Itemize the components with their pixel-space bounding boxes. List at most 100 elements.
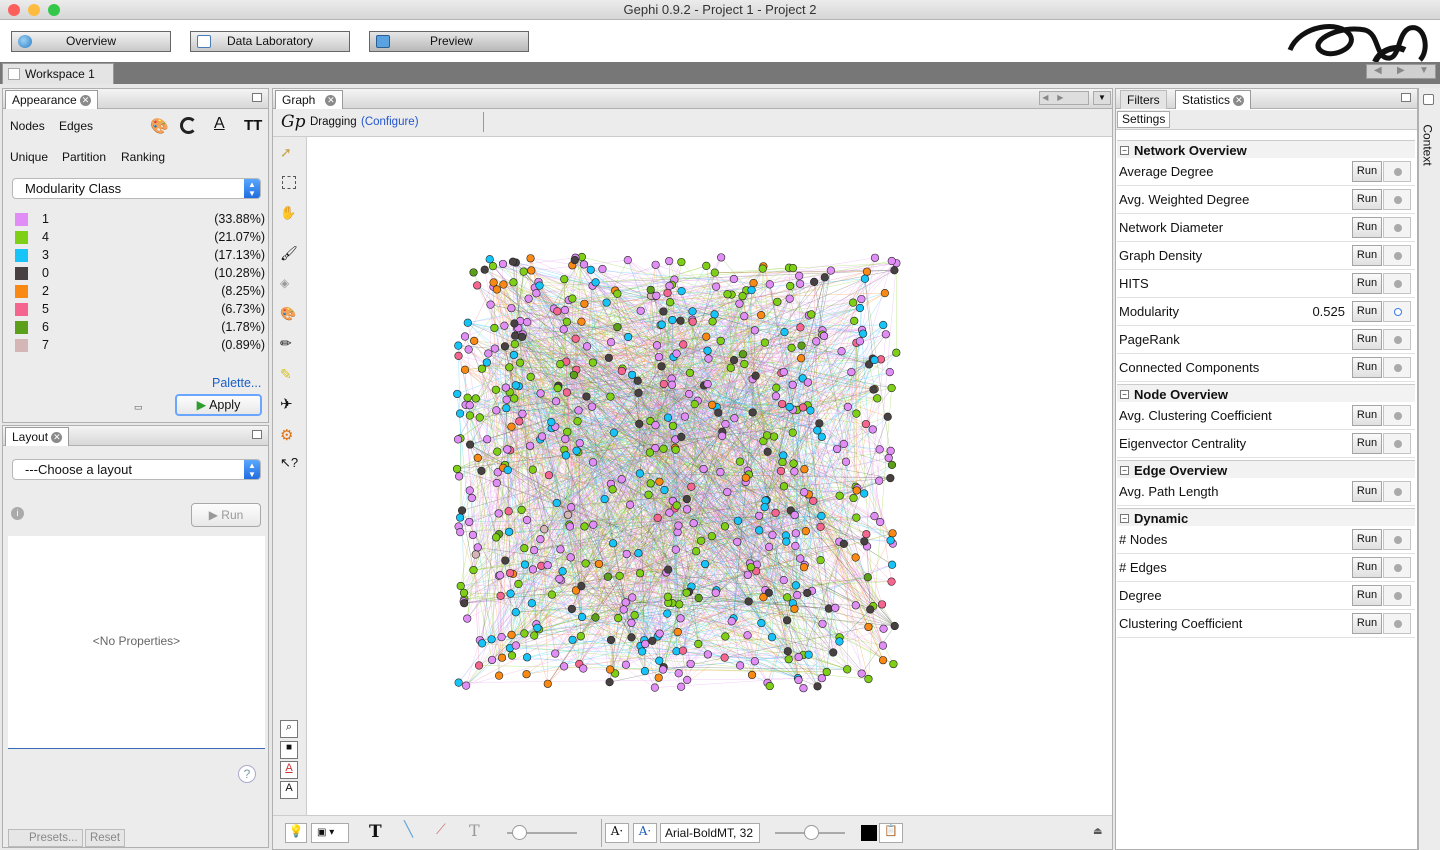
run-button[interactable]: Run [1352,613,1382,634]
tab-statistics[interactable]: Statistics ✕ [1175,90,1252,109]
layout-run-button[interactable]: ▶ Run [191,503,261,527]
report-info-button[interactable] [1383,161,1411,182]
clipboard-icon[interactable]: 📋 [879,823,903,843]
gear-icon[interactable]: ⚙ [280,426,298,444]
color-swatch[interactable] [15,303,28,317]
edge-labels-icon[interactable]: T [469,821,480,840]
tab-appearance[interactable]: Appearance ✕ [5,90,99,109]
presets-button[interactable]: Presets... [8,829,83,847]
zoom-window-icon[interactable] [48,4,60,16]
run-button[interactable]: Run [1352,245,1382,266]
font-selector[interactable]: Arial-BoldMT, 32 [660,823,760,843]
edge-icon[interactable]: ╲ [404,820,413,838]
overview-button[interactable]: Overview [11,31,171,52]
legend-item[interactable]: 1 (33.88%) [15,210,265,228]
report-info-button[interactable] [1383,433,1411,454]
collapse-icon[interactable]: ⏏ [1093,826,1102,837]
slider-thumb[interactable] [512,825,527,840]
color-swatch[interactable] [15,285,28,299]
close-tab-icon[interactable]: ✕ [325,95,337,107]
legend-item[interactable]: 7 (0.89%) [15,336,265,354]
color-swatch[interactable] [15,231,28,245]
partition-attribute-select[interactable]: Modularity Class ▲ ▼ [12,178,261,199]
report-info-button[interactable] [1383,481,1411,502]
collapse-icon[interactable]: − [1120,466,1129,475]
left-arrow-icon[interactable]: ◀ [1374,65,1382,76]
color-swatch[interactable] [15,267,28,281]
color-swatch[interactable] [15,321,28,335]
preview-button[interactable]: Preview [369,31,529,52]
workspace-nav-buttons[interactable]: ◀ ▶ ▼ [1366,64,1436,79]
stats-section-header[interactable]: − Node Overview [1117,384,1415,404]
report-info-button[interactable] [1383,217,1411,238]
run-button[interactable]: Run [1352,301,1382,322]
run-button[interactable]: Run [1352,405,1382,426]
stats-section-header[interactable]: − Edge Overview [1117,460,1415,480]
rectangle-select-icon[interactable] [282,176,296,189]
background-color-icon[interactable]: ■ [280,741,298,759]
reset-button[interactable]: Reset [85,829,125,847]
graph-nav-buttons[interactable]: ◀ ▶ [1039,91,1089,105]
size-icon[interactable] [180,117,197,134]
tab-graph[interactable]: Graph ✕ [275,90,344,109]
run-button[interactable]: Run [1352,189,1382,210]
stats-section-header[interactable]: − Dynamic [1117,508,1415,528]
report-info-button[interactable] [1383,245,1411,266]
report-info-button[interactable] [1383,189,1411,210]
right-arrow-icon[interactable]: ▶ [1397,65,1405,76]
airplane-icon[interactable]: ✈ [280,395,298,413]
graph-canvas[interactable] [307,137,1112,815]
tab-layout[interactable]: Layout ✕ [5,427,70,446]
run-button[interactable]: Run [1352,217,1382,238]
settings-button[interactable]: Settings [1117,111,1171,128]
color-swatch[interactable] [15,213,28,227]
run-button[interactable]: Run [1352,329,1382,350]
configure-link[interactable]: (Configure) [361,116,419,128]
color-swatch[interactable] [15,249,28,263]
restore-icon[interactable] [1423,94,1434,105]
pencil-icon[interactable]: ✏ [280,335,298,353]
color-picker-icon[interactable]: 🎨 [280,306,298,324]
report-info-button[interactable] [1383,329,1411,350]
info-icon[interactable]: i [11,507,24,520]
collapse-icon[interactable]: − [1120,514,1129,523]
close-tab-icon[interactable]: ✕ [1233,95,1245,107]
down-arrow-icon[interactable]: ▼ [1093,91,1111,105]
color-swatch[interactable] [15,339,28,353]
stats-section-header[interactable]: − Network Overview [1117,140,1415,160]
run-button[interactable]: Run [1352,585,1382,606]
diamond-icon[interactable]: ◈ [280,276,298,294]
tab-ranking[interactable]: Ranking [121,150,165,164]
report-info-button[interactable] [1383,557,1411,578]
run-button[interactable]: Run [1352,161,1382,182]
label-size-icon[interactable]: TT [244,117,262,134]
label-color-icon[interactable]: A [214,115,225,133]
legend-item[interactable]: 0 (10.28%) [15,264,265,282]
palette-color-icon[interactable]: 🎨 [150,117,169,135]
minimize-window-icon[interactable] [28,4,40,16]
run-button[interactable]: Run [1352,529,1382,550]
down-arrow-icon[interactable]: ▼ [1419,65,1429,76]
tab-partition[interactable]: Partition [62,150,106,164]
report-info-button[interactable] [1383,301,1411,322]
report-info-button[interactable] [1383,613,1411,634]
report-info-button[interactable] [1383,405,1411,426]
edge-pencil-icon[interactable]: ✎ [280,366,298,384]
workspace-tab[interactable]: Workspace 1 ✕ [2,63,114,101]
context-tab[interactable]: Context [1421,124,1435,165]
minimize-panel-icon[interactable] [252,93,262,102]
label-color-swatch[interactable] [861,825,877,841]
run-button[interactable]: Run [1352,433,1382,454]
tab-filters[interactable]: Filters [1120,90,1167,109]
paintbrush-icon[interactable]: 🖌 [280,245,298,263]
run-button[interactable]: Run [1352,557,1382,578]
edge-color-icon[interactable]: ⟋ [436,821,446,838]
font-size-up-icon[interactable]: A· [633,823,657,843]
close-window-icon[interactable] [8,4,20,16]
close-tab-icon[interactable]: ✕ [80,95,92,107]
minimize-panel-icon[interactable] [252,430,262,439]
pointer-icon[interactable]: ➚ [280,144,298,162]
data-laboratory-button[interactable]: Data Laboratory [190,31,350,52]
palette-link[interactable]: Palette... [212,376,261,390]
help-icon[interactable]: ? [238,765,256,783]
